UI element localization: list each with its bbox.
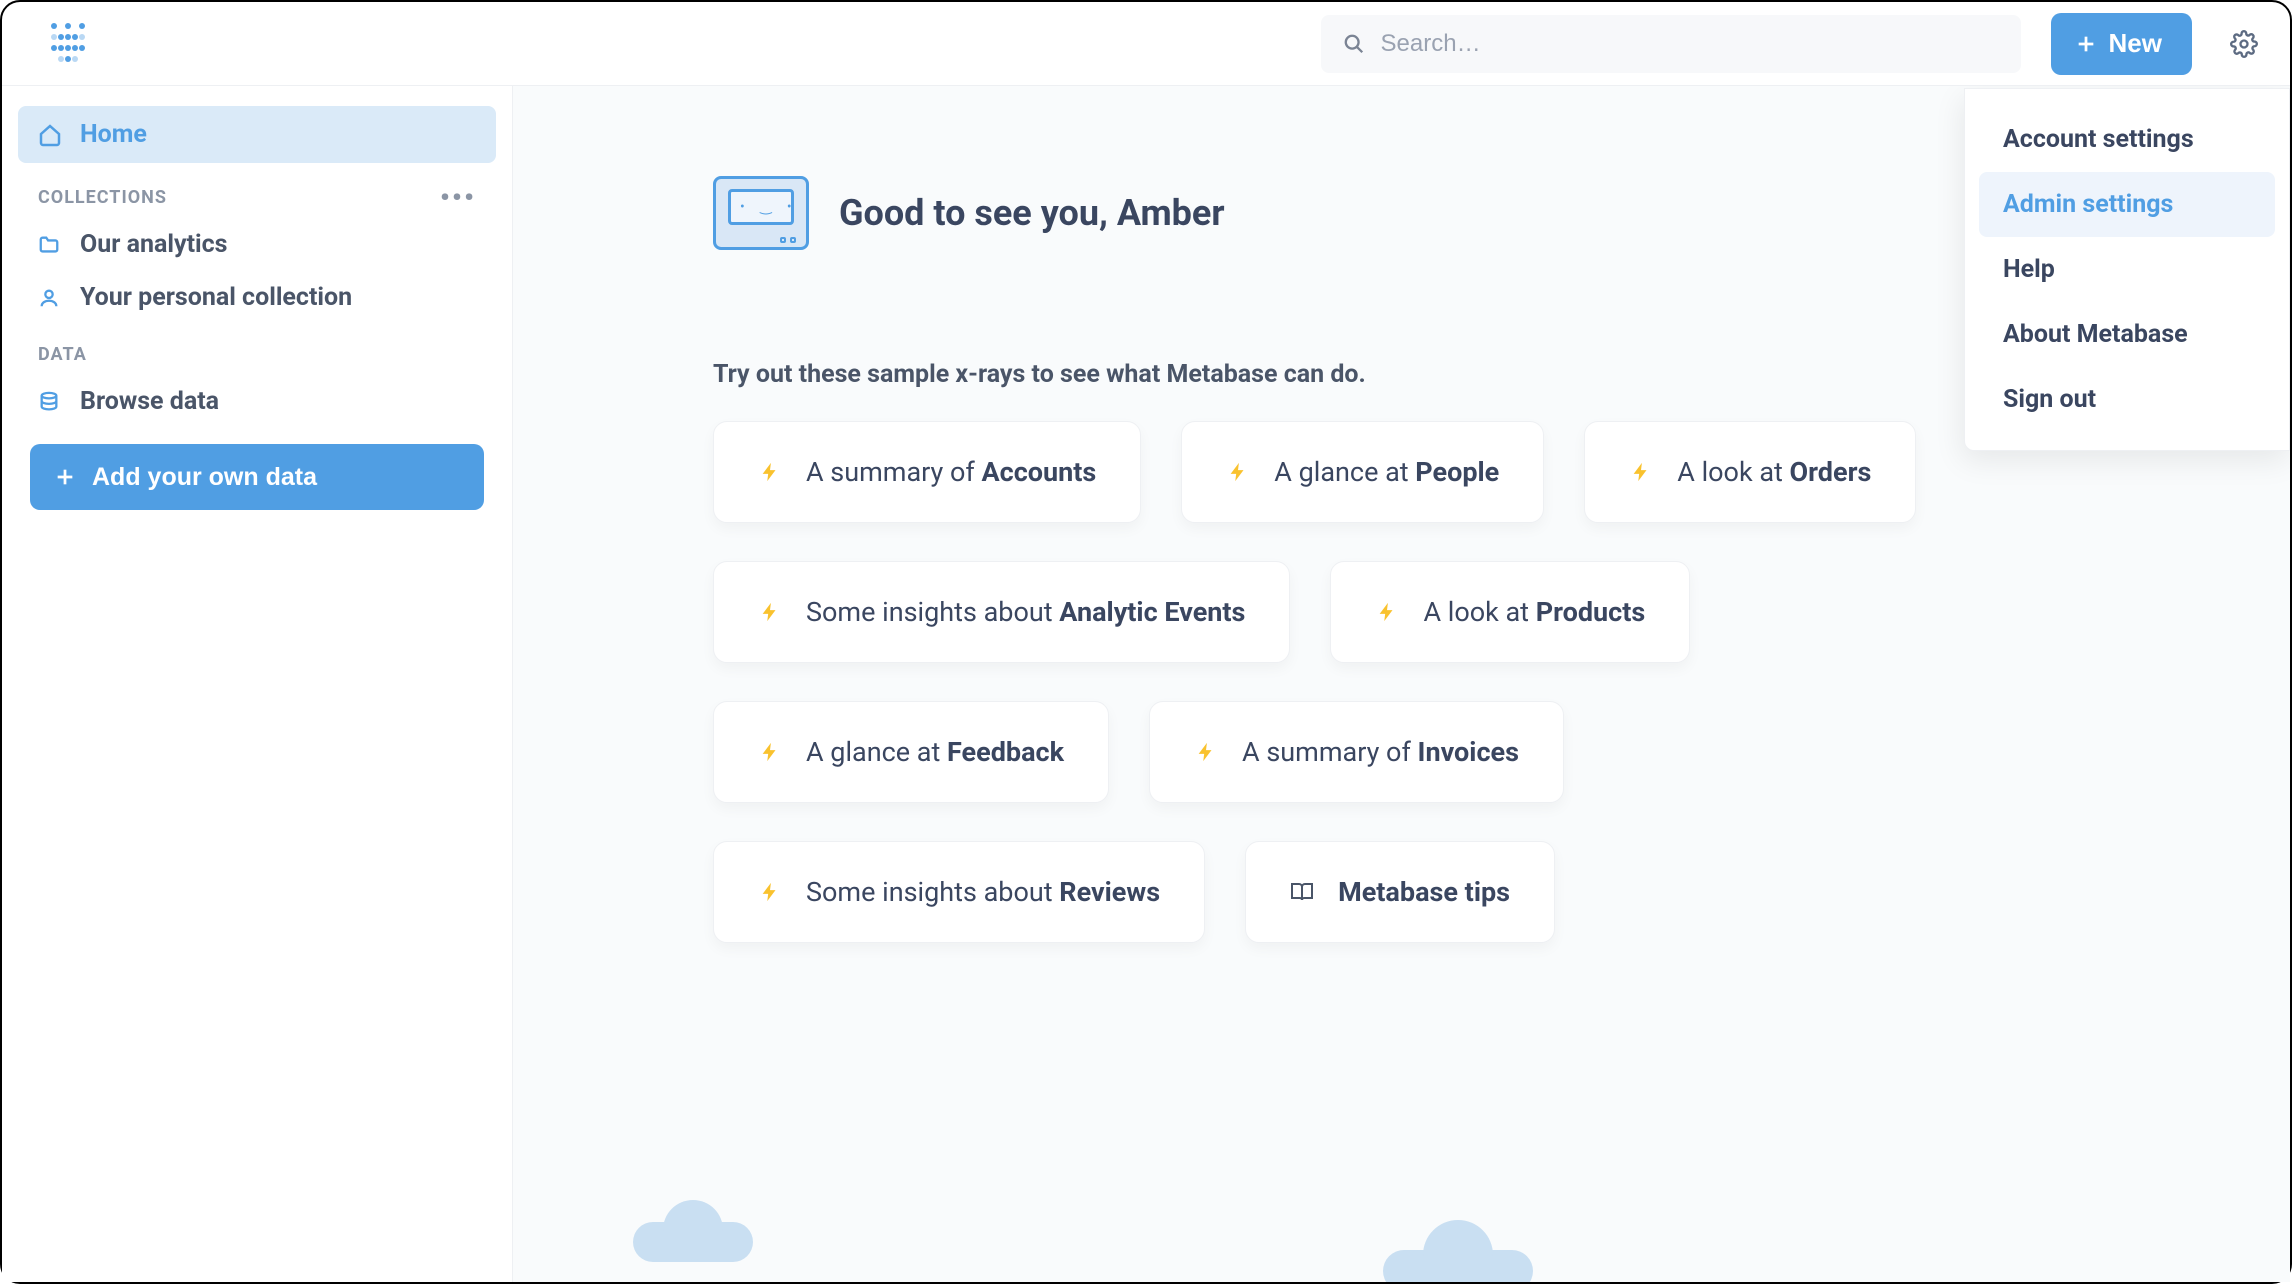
database-icon (38, 391, 60, 413)
xray-card[interactable]: A glance at Feedback (713, 701, 1109, 803)
xray-card[interactable]: Some insights about Reviews (713, 841, 1205, 943)
book-icon (1290, 880, 1314, 904)
folder-icon (38, 234, 60, 256)
xray-card[interactable]: Some insights about Analytic Events (713, 561, 1290, 663)
sidebar-item-our-analytics[interactable]: Our analytics (18, 218, 496, 271)
logo[interactable] (48, 24, 88, 64)
settings-menu-item[interactable]: Help (1979, 237, 2275, 302)
xray-card[interactable]: A look at Orders (1584, 421, 1916, 523)
sidebar: Home COLLECTIONS ••• Our analytics Your … (2, 86, 512, 1282)
sidebar-home-label: Home (80, 120, 147, 149)
bolt-icon (758, 460, 782, 484)
xray-cards: A summary of Accounts A glance at People A… (713, 421, 2033, 943)
bolt-icon (758, 740, 782, 764)
sidebar-item-label: Your personal collection (80, 283, 352, 312)
card-text: A glance at People (1274, 456, 1499, 488)
bolt-icon (1375, 600, 1399, 624)
card-text: Some insights about Reviews (806, 876, 1160, 908)
greeting-text: Good to see you, Amber (839, 192, 1225, 234)
metabot-icon: • ‿ • (713, 176, 809, 250)
settings-gear-button[interactable] (2222, 22, 2266, 66)
bolt-icon (1629, 460, 1653, 484)
add-own-data-button[interactable]: Add your own data (30, 444, 484, 510)
sidebar-item-browse-data[interactable]: Browse data (18, 375, 496, 428)
card-text: A look at Orders (1677, 456, 1871, 488)
sidebar-item-label: Browse data (80, 387, 219, 416)
card-text: A look at Products (1423, 596, 1645, 628)
xray-card[interactable]: A glance at People (1181, 421, 1544, 523)
bolt-icon (758, 880, 782, 904)
new-button-label: New (2109, 28, 2162, 59)
xray-card[interactable]: A look at Products (1330, 561, 1690, 663)
bolt-icon (1194, 740, 1218, 764)
bolt-icon (1226, 460, 1250, 484)
xray-card[interactable]: A summary of Invoices (1149, 701, 1564, 803)
card-text: A summary of Invoices (1242, 736, 1519, 768)
search-input[interactable] (1381, 30, 1999, 58)
xray-intro-text: Try out these sample x-rays to see what … (713, 360, 2090, 389)
person-icon (38, 287, 60, 309)
sidebar-item-label: Our analytics (80, 230, 228, 259)
cloud-decoration (1383, 1250, 1533, 1282)
plus-icon (2075, 33, 2097, 55)
bolt-icon (758, 600, 782, 624)
collections-more-button[interactable]: ••• (440, 192, 476, 203)
sidebar-data-header: DATA (18, 324, 496, 375)
settings-menu-item[interactable]: Sign out (1979, 367, 2275, 432)
settings-dropdown-menu: Account settingsAdmin settingsHelpAbout … (1964, 88, 2290, 451)
card-text: A summary of Accounts (806, 456, 1096, 488)
xray-card[interactable]: A summary of Accounts (713, 421, 1141, 523)
metabase-logo-icon (50, 22, 86, 66)
plus-icon (54, 466, 76, 488)
card-text: Some insights about Analytic Events (806, 596, 1245, 628)
card-text: A glance at Feedback (806, 736, 1064, 768)
greeting-row: • ‿ • Good to see you, Amber (713, 176, 2090, 250)
settings-menu-item[interactable]: About Metabase (1979, 302, 2275, 367)
xray-card[interactable]: Metabase tips (1245, 841, 1555, 943)
add-data-label: Add your own data (92, 463, 317, 492)
home-icon (38, 123, 62, 147)
card-text: Metabase tips (1338, 876, 1510, 908)
cloud-decoration (633, 1222, 753, 1262)
settings-menu-item[interactable]: Admin settings (1979, 172, 2275, 237)
settings-menu-item[interactable]: Account settings (1979, 107, 2275, 172)
gear-icon (2230, 30, 2258, 58)
new-button[interactable]: New (2051, 13, 2192, 75)
search-box[interactable] (1321, 15, 2021, 73)
topbar: New (2, 2, 2290, 86)
sidebar-collections-header: COLLECTIONS ••• (18, 167, 496, 218)
search-icon (1343, 33, 1365, 55)
sidebar-item-home[interactable]: Home (18, 106, 496, 163)
sidebar-item-personal-collection[interactable]: Your personal collection (18, 271, 496, 324)
